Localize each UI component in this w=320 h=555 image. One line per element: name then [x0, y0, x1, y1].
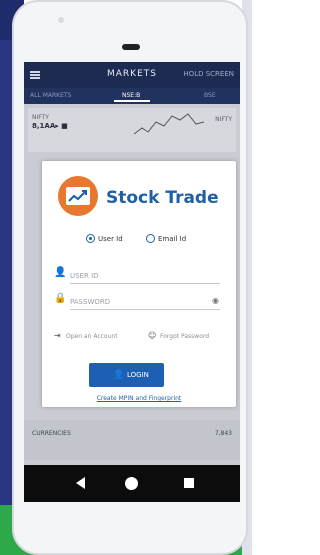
lock-icon: 🔒	[54, 293, 67, 304]
back-icon[interactable]	[76, 477, 85, 489]
radio-user-id-label[interactable]: User Id	[98, 235, 123, 243]
forgot-password-link[interactable]: Forgot Password	[160, 333, 209, 340]
stock-trade-logo	[58, 176, 98, 216]
sparkline-chart	[134, 113, 204, 135]
password-field[interactable]	[70, 295, 220, 310]
brand-name: Stock Trade	[106, 188, 219, 208]
background-market-card	[28, 108, 236, 152]
create-mpin-link[interactable]: Create MPIN and Fingerprint	[42, 395, 236, 402]
tab-nse[interactable]: NSE:B	[122, 92, 140, 99]
user-key-icon: ☺	[148, 331, 157, 340]
home-icon[interactable]	[125, 477, 138, 490]
background-bottom-card	[24, 420, 240, 460]
background-card-value: 8,1AA▸ ■	[32, 122, 68, 130]
eye-icon[interactable]: ◉	[212, 296, 219, 305]
chart-icon	[66, 187, 90, 205]
recent-apps-icon[interactable]	[184, 478, 194, 488]
open-account-link[interactable]: Open an Account	[66, 333, 118, 340]
android-nav-bar	[24, 465, 240, 502]
login-dialog: Stock Trade User Id Email Id 👤 🔒 ◉ ⇥ Ope…	[42, 161, 236, 407]
person-icon: 👤	[113, 370, 125, 380]
tab-all-markets[interactable]: ALL MARKETS	[30, 92, 71, 99]
phone-camera-dot	[58, 17, 64, 23]
tab-bse[interactable]: BSE	[204, 92, 216, 99]
radio-user-id[interactable]	[86, 234, 95, 243]
login-button-label: LOGIN	[127, 371, 149, 379]
header-right-label[interactable]: HOLD SCREEN	[183, 70, 234, 78]
radio-email-id[interactable]	[146, 234, 155, 243]
background-card-label: NIFTY	[32, 114, 49, 121]
background-card-right: NIFTY	[215, 116, 232, 123]
background-bottom-left: CURRENCIES	[32, 430, 71, 437]
user-id-field[interactable]	[70, 269, 220, 284]
radio-email-id-label[interactable]: Email Id	[158, 235, 186, 243]
app-header: MARKETS HOLD SCREEN	[24, 62, 240, 88]
tab-active-indicator	[114, 100, 150, 102]
sign-in-icon: ⇥	[54, 331, 61, 340]
background-bottom-right: 7,843	[214, 430, 232, 437]
phone-speaker	[122, 44, 140, 50]
person-icon: 👤	[54, 267, 67, 278]
login-button[interactable]: 👤 LOGIN	[89, 363, 164, 387]
